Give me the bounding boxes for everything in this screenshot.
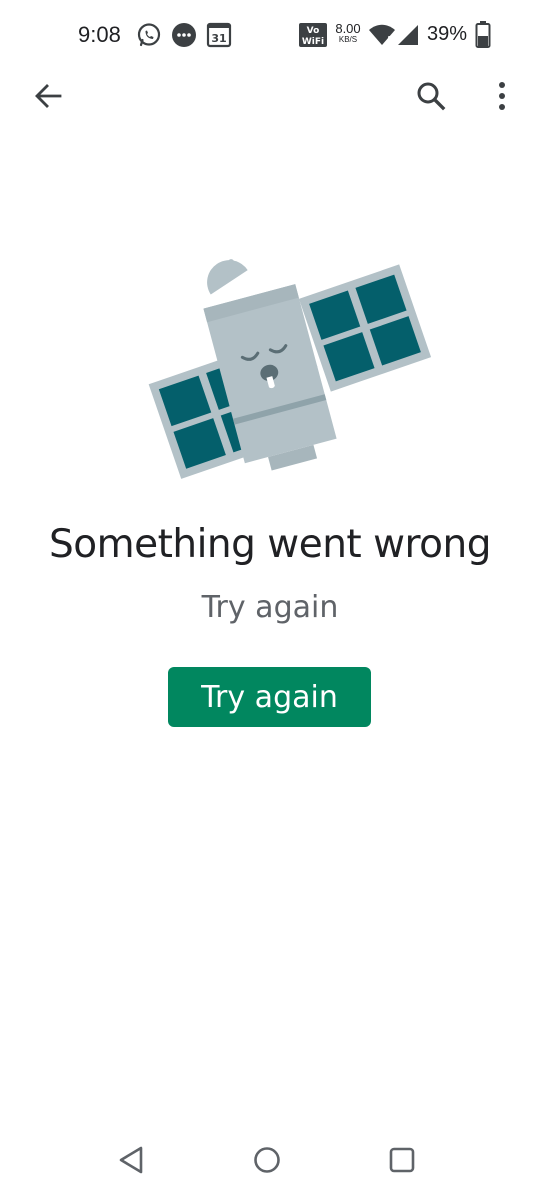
network-speed-value: 8.00	[335, 21, 361, 36]
nav-back-icon	[117, 1145, 147, 1180]
status-time: 9:08	[78, 22, 121, 47]
search-button[interactable]	[407, 74, 455, 122]
nav-recents-button[interactable]	[374, 1138, 430, 1186]
back-arrow-icon	[33, 81, 63, 116]
network-speed-unit: KB/S	[338, 35, 358, 44]
more-vert-icon	[497, 81, 507, 116]
vowifi-label-bottom: WiFi	[302, 37, 324, 47]
network-speed: 8.00 KB/S	[330, 22, 366, 45]
more-options-button[interactable]	[478, 74, 526, 122]
battery-icon	[475, 21, 491, 54]
nav-recents-icon	[387, 1145, 417, 1180]
signal-icon	[396, 23, 420, 52]
search-icon	[415, 80, 447, 117]
nav-home-button[interactable]	[239, 1138, 295, 1186]
sad-satellite-illustration	[100, 250, 440, 500]
error-title: Something went wrong	[48, 522, 492, 567]
try-again-button[interactable]: Try again	[168, 667, 371, 727]
back-button[interactable]	[24, 74, 72, 122]
status-bar: 9:08 31 Vo WiFi 8.00 KB/S 39%	[0, 0, 540, 70]
vowifi-icon: Vo WiFi	[299, 23, 327, 52]
calendar-icon: 31	[206, 21, 232, 54]
calendar-day: 31	[211, 32, 226, 45]
wifi-icon	[368, 24, 396, 51]
error-subtitle: Try again	[201, 590, 339, 625]
messages-icon	[171, 22, 197, 53]
error-screen: 9:08 31 Vo WiFi 8.00 KB/S 39% Something …	[0, 0, 540, 1200]
battery-percent: 39%	[427, 23, 468, 45]
nav-back-button[interactable]	[104, 1138, 160, 1186]
whatsapp-icon	[136, 22, 162, 53]
app-bar	[0, 70, 540, 128]
nav-home-icon	[252, 1145, 282, 1180]
vowifi-label-top: Vo	[307, 26, 320, 36]
navigation-bar	[0, 1130, 540, 1200]
